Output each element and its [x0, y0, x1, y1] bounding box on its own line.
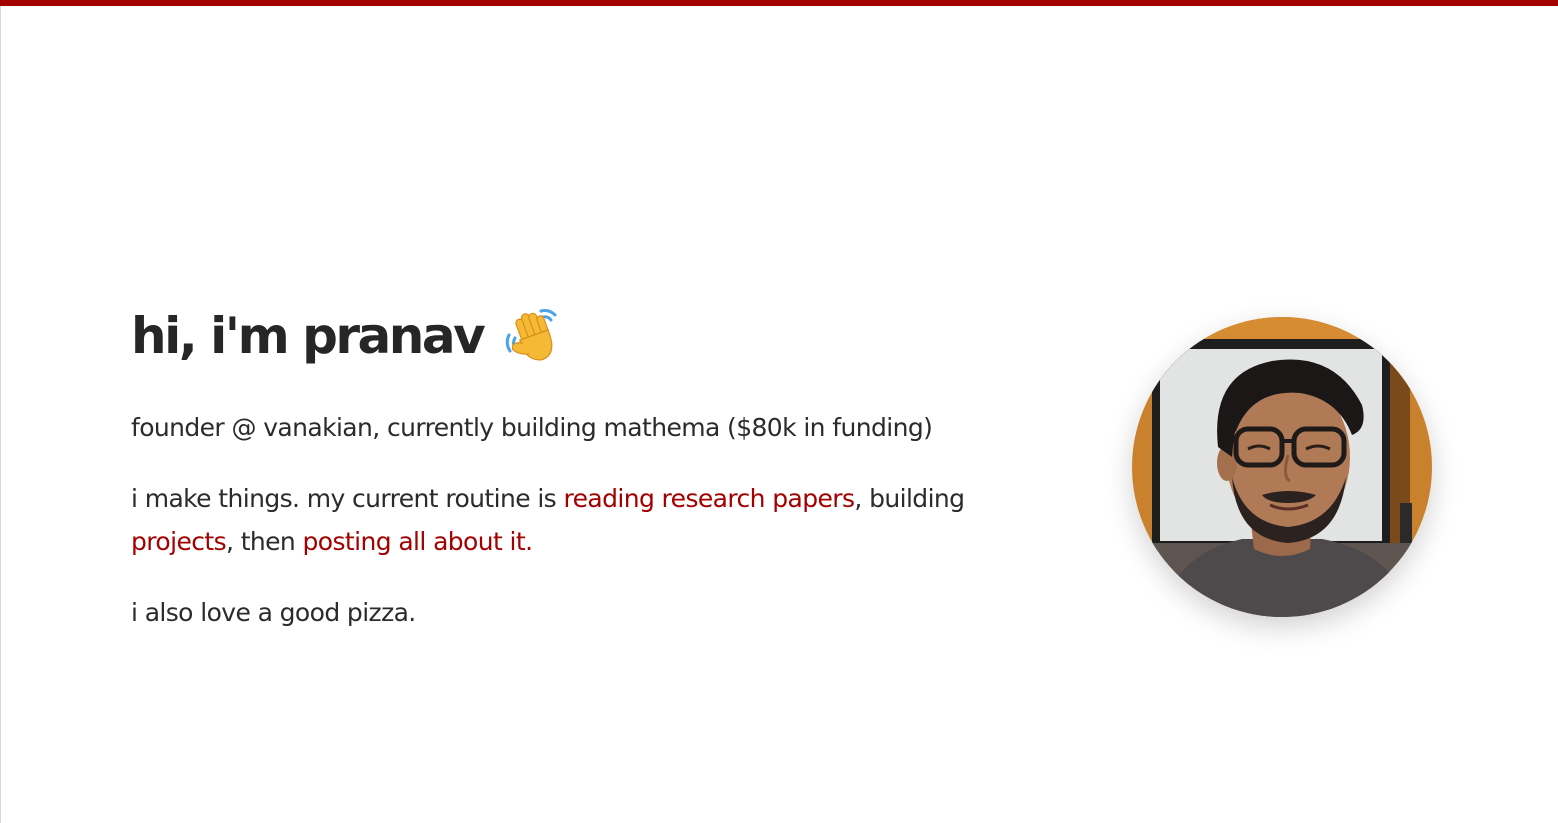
intro-section: hi, i'm pranav founder @ vanakian, curre…	[131, 300, 1071, 634]
posting-link[interactable]: posting all about it.	[303, 527, 534, 556]
routine-text-mid: , building	[854, 484, 965, 513]
bio-line-founder: founder @ vanakian, currently building m…	[131, 413, 933, 442]
bio-line-routine: i make things. my current routine is rea…	[131, 477, 1051, 563]
profile-photo	[1132, 317, 1432, 617]
projects-link[interactable]: projects	[131, 527, 227, 556]
routine-text-start: i make things. my current routine is	[131, 484, 564, 513]
page-edge	[0, 6, 1, 823]
title-text: hi, i'm pranav	[131, 307, 486, 365]
bio-line-pizza: i also love a good pizza.	[131, 598, 416, 627]
waving-hand-icon	[501, 305, 563, 367]
reading-research-papers-link[interactable]: reading research papers	[563, 484, 855, 513]
routine-text-then: , then	[226, 527, 303, 556]
top-accent-bar	[0, 0, 1558, 6]
page-title: hi, i'm pranav	[131, 300, 1071, 372]
